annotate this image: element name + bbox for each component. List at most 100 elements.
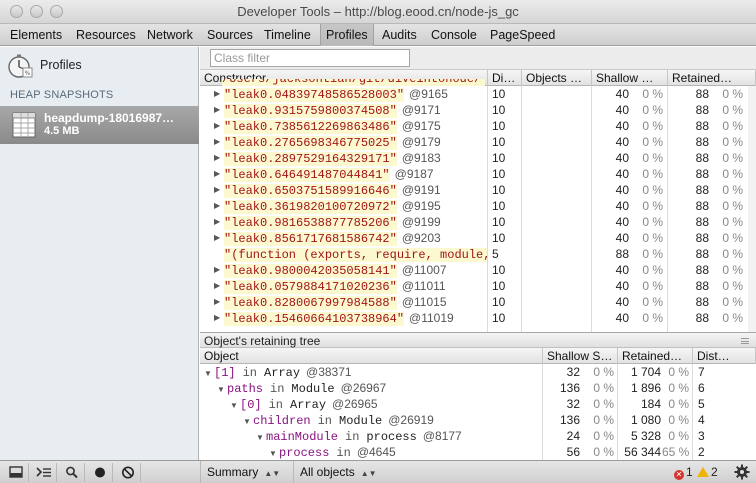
collapse-triangle-icon[interactable]: ▼ [269,446,279,460]
shallow-size-value: 88 [615,247,629,261]
string-value: "leak0.3619820100720972" [224,200,397,214]
col-distance[interactable]: Dist… [693,348,756,364]
constructor-scrollbar[interactable] [748,86,756,332]
record-icon [95,467,105,478]
warning-counter[interactable]: 2 [697,465,718,479]
objects-select[interactable]: All objects ▲▼ [293,461,397,483]
table-row[interactable]: ▶ "leak0.9816538877785206" @9199 10 40 0 % 88 0… [200,214,756,230]
tab-audits[interactable]: Audits [377,24,422,46]
expand-triangle-icon[interactable]: ▶ [214,214,224,230]
tab-sources[interactable]: Sources [202,24,258,46]
table-row[interactable]: ▶ "leak0.04839748586528003" @9165 10 40 0 % 88… [200,86,756,102]
retained-size-value: 88 [695,167,709,181]
retained-size-percent: 0 % [722,199,743,213]
expand-triangle-icon[interactable]: ▶ [214,310,224,326]
shallow-size-percent: 0 % [642,199,663,213]
dock-toggle-button[interactable] [3,463,29,482]
tree-row[interactable]: ▼ children in Module @26919 136 0 % 1 080 0 % 4 [200,412,756,428]
class-filter-input[interactable] [210,49,410,67]
expand-triangle-icon[interactable]: ▶ [214,182,224,198]
table-row[interactable]: ▶ "leak0.0579884171020236" @11011 10 40 0 % 88… [200,278,756,294]
tree-row[interactable]: ▼ [1] in Array @38371 32 0 % 1 704 0 % 7 [200,364,756,380]
expand-triangle-icon[interactable]: ▶ [214,294,224,310]
shallow-size-percent: 0 % [642,151,663,165]
table-row[interactable]: ▶ "leak0.3619820100720972" @9195 10 40 0 % 88 0… [200,198,756,214]
tab-profiles[interactable]: Profiles [320,24,374,46]
collapse-triangle-icon[interactable]: ▼ [204,366,214,380]
heap-snapshot-item[interactable]: heapdump-18016987… 4.5 MB [0,106,199,144]
shallow-size-percent: 0 % [642,295,663,309]
record-button[interactable] [87,463,113,482]
console-drawer-button[interactable] [31,463,57,482]
property-name: mainModule [266,430,339,444]
gear-icon[interactable] [734,464,750,480]
view-select[interactable]: Summary ▲▼ [200,461,292,483]
window-title-bar: Developer Tools – http://blog.eood.cn/no… [0,0,756,24]
expand-triangle-icon[interactable]: ▶ [214,198,224,214]
collapse-triangle-icon[interactable]: ▼ [230,398,240,412]
class-filter-bar [200,47,756,70]
table-row[interactable]: ▶ "leak0.646491487044841" @9187 10 40 0 % 88 0 … [200,166,756,182]
in-keyword: in [270,382,285,396]
retained-size-percent: 0 % [668,397,689,411]
svg-text:%: % [25,70,31,77]
expand-triangle-icon[interactable]: ▶ [214,134,224,150]
profiles-sidebar-header[interactable]: % Profiles [0,47,199,85]
table-row[interactable]: ▶ "leak0.2765698346775025" @9179 10 40 0 % 88 0… [200,134,756,150]
node-id: @9165 [409,87,448,101]
tree-row[interactable]: ▼ [0] in Array @26965 32 0 % 184 0 % 5 [200,396,756,412]
collapse-triangle-icon[interactable]: ▼ [256,430,266,444]
retained-size-percent: 0 % [668,365,689,379]
table-row[interactable]: ▶ "leak0.8280067997984588" @11015 10 40 0 % 88… [200,294,756,310]
node-id: @9195 [401,199,441,213]
tab-network[interactable]: Network [142,24,198,46]
retaining-tree-header[interactable]: Object's retaining tree [200,332,756,348]
node-id: @9199 [401,215,441,229]
tab-resources[interactable]: Resources [71,24,141,46]
table-row[interactable]: ▶ "leak0.9800042035058141" @11007 10 40 0 % 88… [200,262,756,278]
error-counter[interactable]: ✕ 1 [674,465,693,480]
shallow-size-value: 24 [566,429,580,443]
expand-triangle-icon[interactable]: ▶ [214,262,224,278]
table-row[interactable]: ▶ "leak0.15460664103738964" @11019 10 40 0 % 8… [200,310,756,326]
table-row[interactable]: ▶ "leak0.9315759800374508" @9171 10 40 0 % 88 0… [200,102,756,118]
collapse-triangle-icon[interactable]: ▼ [243,414,253,428]
tab-timeline[interactable]: Timeline [259,24,316,46]
col-shallow-size[interactable]: Shallow S… [543,348,618,364]
dock-icon [9,466,23,478]
table-row[interactable]: ▶ "leak0.6503751589916646" @9191 10 40 0 % 88 0… [200,182,756,198]
distance-value: 10 [492,215,506,229]
expand-triangle-icon[interactable]: ▶ [214,166,224,182]
table-row[interactable]: "(function (exports, require, module, 5 88… [200,246,756,262]
expand-triangle-icon[interactable]: ▶ [214,278,224,294]
warning-icon [697,467,709,477]
col-object[interactable]: Object [200,348,543,364]
tree-row[interactable]: ▼ process in @4645 56 0 % 56 344 65 % 2 [200,444,756,460]
tree-row[interactable]: ▼ mainModule in process @8177 24 0 % 5 328 0 % 3 [200,428,756,444]
expand-triangle-icon[interactable]: ▶ [214,102,224,118]
shallow-size-percent: 0 % [593,381,614,395]
collapse-triangle-icon[interactable]: ▼ [217,382,227,396]
node-id: @26919 [388,413,434,427]
retained-size-percent: 0 % [722,87,743,101]
tree-row[interactable]: ▼ paths in Module @26967 136 0 % 1 896 0 % 6 [200,380,756,396]
expand-triangle-icon[interactable]: ▶ [214,230,224,246]
expand-triangle-icon[interactable]: ▶ [214,86,224,102]
clear-button[interactable] [115,463,141,482]
retained-size-value: 88 [695,87,709,101]
resize-grip-icon[interactable] [741,338,749,344]
col-retained-size[interactable]: Retained… [618,348,693,364]
snapshot-grid-icon [12,112,36,138]
shallow-size-percent: 0 % [593,397,614,411]
table-row[interactable]: ▶ "leak0.8561717681586742" @9203 10 40 0 % 88 0… [200,230,756,246]
tab-console[interactable]: Console [426,24,482,46]
tab-pagespeed[interactable]: PageSpeed [485,24,560,46]
table-row[interactable]: ▶ "leak0.7385612269863486" @9175 10 40 0 % 88 0… [200,118,756,134]
expand-triangle-icon[interactable]: ▶ [214,150,224,166]
search-button[interactable] [59,463,85,482]
table-row[interactable]: ▶ "leak0.2897529164329171" @9183 10 40 0 % 88 0… [200,150,756,166]
shallow-size-value: 40 [615,311,629,325]
tab-elements[interactable]: Elements [5,24,67,46]
expand-triangle-icon[interactable]: ▶ [214,118,224,134]
shallow-size-value: 40 [615,279,629,293]
